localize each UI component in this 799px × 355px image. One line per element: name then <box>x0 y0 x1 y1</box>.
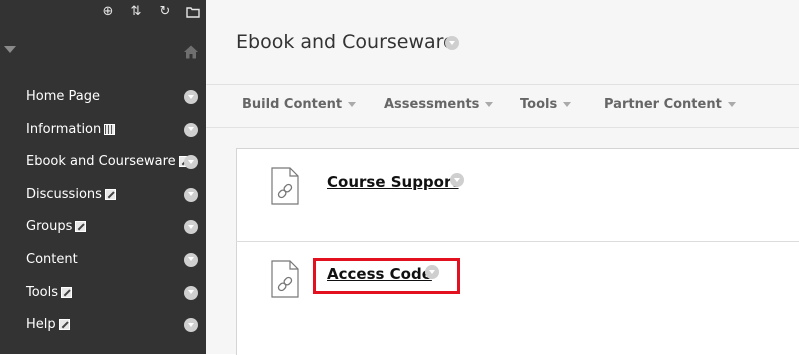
sidebar-item-discussions[interactable]: Discussions <box>0 179 206 212</box>
sidebar-item-label[interactable]: Groups <box>26 219 72 234</box>
course-menu: Home Page Information Ebook and Coursewa… <box>0 81 206 342</box>
chevron-down-icon[interactable] <box>184 187 198 202</box>
content-item-title[interactable]: Course Support <box>327 173 459 191</box>
chevron-down-icon[interactable] <box>445 36 459 50</box>
edit-icon <box>61 286 73 298</box>
action-label: Partner Content <box>604 97 722 112</box>
caret-down-icon <box>563 102 572 107</box>
chevron-down-icon[interactable] <box>184 285 198 300</box>
edit-icon <box>58 319 70 331</box>
reorder-arrows-icon[interactable]: ⇅ <box>128 4 144 20</box>
page-header: Ebook and Courseware <box>206 0 799 85</box>
sidebar-item-label[interactable]: Content <box>26 252 78 267</box>
refresh-icon[interactable]: ↻ <box>157 4 173 20</box>
highlight-box <box>313 258 460 294</box>
action-label: Assessments <box>384 97 480 112</box>
chevron-down-icon[interactable] <box>184 90 198 104</box>
caret-down-icon <box>727 102 736 107</box>
caret-down-icon <box>348 102 357 107</box>
collapse-menu-icon[interactable] <box>4 46 16 53</box>
sidebar-item-label[interactable]: Information <box>26 122 101 137</box>
caret-down-icon <box>485 102 494 107</box>
action-label: Tools <box>520 97 558 112</box>
sidebar-item-ebook-and-courseware[interactable]: Ebook and Courseware <box>0 146 206 179</box>
content-list <box>236 148 799 355</box>
sidebar-item-content[interactable]: Content <box>0 244 206 277</box>
action-bar: Build Content Assessments Tools Partner … <box>206 85 799 128</box>
chevron-down-icon[interactable] <box>184 220 198 235</box>
link-file-icon <box>271 167 299 205</box>
add-circle-icon[interactable]: ⊕ <box>100 4 116 20</box>
page-title: Ebook and Courseware <box>236 31 455 53</box>
sidebar-item-information[interactable]: Information <box>0 114 206 147</box>
sidebar-item-help[interactable]: Help <box>0 309 206 342</box>
sidebar-item-home-page[interactable]: Home Page <box>0 81 206 114</box>
edit-icon <box>104 188 116 200</box>
home-icon[interactable] <box>183 44 199 60</box>
chevron-down-icon[interactable] <box>184 122 198 137</box>
build-content-menu[interactable]: Build Content <box>242 97 357 112</box>
sidebar-item-label[interactable]: Discussions <box>26 187 102 202</box>
sidebar-item-label[interactable]: Ebook and Courseware <box>26 154 176 169</box>
chevron-down-icon[interactable] <box>184 252 198 267</box>
grid-icon <box>104 123 116 135</box>
sidebar-item-label[interactable]: Home Page <box>26 89 100 104</box>
menu-toolbar: ⊕ ⇅ ↻ <box>100 4 202 22</box>
chevron-down-icon[interactable] <box>184 155 198 170</box>
item-divider <box>236 241 799 242</box>
tools-menu[interactable]: Tools <box>520 97 572 112</box>
chevron-down-icon[interactable] <box>450 173 464 187</box>
sidebar-item-tools[interactable]: Tools <box>0 277 206 310</box>
edit-icon <box>75 221 87 233</box>
action-label: Build Content <box>242 97 343 112</box>
folder-icon[interactable] <box>185 4 201 20</box>
assessments-menu[interactable]: Assessments <box>384 97 494 112</box>
course-menu-sidebar: ⊕ ⇅ ↻ Home Page Information Ebook and Co… <box>0 0 206 354</box>
partner-content-menu[interactable]: Partner Content <box>604 97 736 112</box>
sidebar-item-label[interactable]: Help <box>26 317 56 332</box>
sidebar-item-label[interactable]: Tools <box>26 285 58 300</box>
link-file-icon <box>271 260 299 298</box>
sidebar-item-groups[interactable]: Groups <box>0 211 206 244</box>
chevron-down-icon[interactable] <box>184 318 198 333</box>
